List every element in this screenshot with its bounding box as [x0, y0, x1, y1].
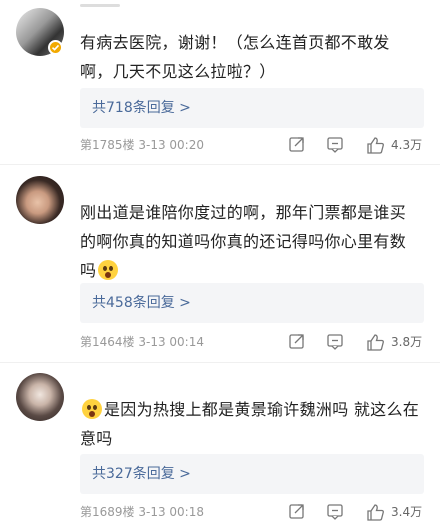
share-icon[interactable] [288, 502, 306, 520]
comment-text: 刚出道是谁陪你度过的啊，那年门票都是谁买的啊你真的知道吗你真的还记得吗你心里有数… [80, 198, 420, 285]
comment-text-content: 是因为热搜上都是黄景瑜许魏洲吗 就这么在意吗 [80, 400, 420, 448]
like-count: 3.8万 [391, 335, 423, 349]
floor-and-time: 第1689楼 3-13 00:18 [80, 505, 204, 519]
replies-label: 共458条回复 > [92, 295, 191, 311]
replies-label: 共327条回复 > [92, 466, 191, 482]
top-faded-text [80, 4, 120, 7]
view-replies-button[interactable]: 共327条回复 > [80, 454, 424, 494]
view-replies-button[interactable]: 共458条回复 > [80, 283, 424, 323]
like-count: 4.3万 [391, 138, 423, 152]
comment-icon[interactable] [326, 135, 344, 153]
divider [0, 164, 440, 165]
thumbs-up-icon [367, 503, 384, 521]
surprised-emoji-icon [98, 260, 119, 280]
comment-text: 有病去医院，谢谢！（怎么连首页都不敢发啊，几天不见这么拉啦？） [80, 33, 390, 81]
comment-text-content: 刚出道是谁陪你度过的啊，那年门票都是谁买的啊你真的知道吗你真的还记得吗你心里有数… [80, 203, 407, 280]
share-icon[interactable] [288, 135, 306, 153]
like-count: 3.4万 [391, 505, 423, 519]
comment-meta: 第1464楼 3-13 00:14 3.8万 [80, 332, 424, 352]
comment-icon[interactable] [326, 332, 344, 350]
shocked-emoji-icon [82, 399, 102, 419]
like-button[interactable]: 4.3万 [366, 135, 422, 155]
comment-meta: 第1785楼 3-13 00:20 4.3万 [80, 135, 424, 155]
thumbs-up-icon [367, 136, 384, 154]
like-button[interactable]: 3.8万 [366, 332, 422, 352]
floor-and-time: 第1785楼 3-13 00:20 [80, 138, 204, 152]
floor-and-time: 第1464楼 3-13 00:14 [80, 335, 204, 349]
comment-meta: 第1689楼 3-13 00:18 3.4万 [80, 502, 424, 522]
divider [0, 362, 440, 363]
comment-text: 是因为热搜上都是黄景瑜许魏洲吗 就这么在意吗 [80, 395, 420, 453]
view-replies-button[interactable]: 共718条回复 > [80, 88, 424, 128]
like-button[interactable]: 3.4万 [366, 502, 422, 522]
verified-badge-icon [48, 40, 63, 55]
comment-icon[interactable] [326, 502, 344, 520]
replies-label: 共718条回复 > [92, 100, 191, 116]
share-icon[interactable] [288, 332, 306, 350]
avatar[interactable] [16, 373, 64, 421]
avatar[interactable] [16, 176, 64, 224]
thumbs-up-icon [367, 333, 384, 351]
